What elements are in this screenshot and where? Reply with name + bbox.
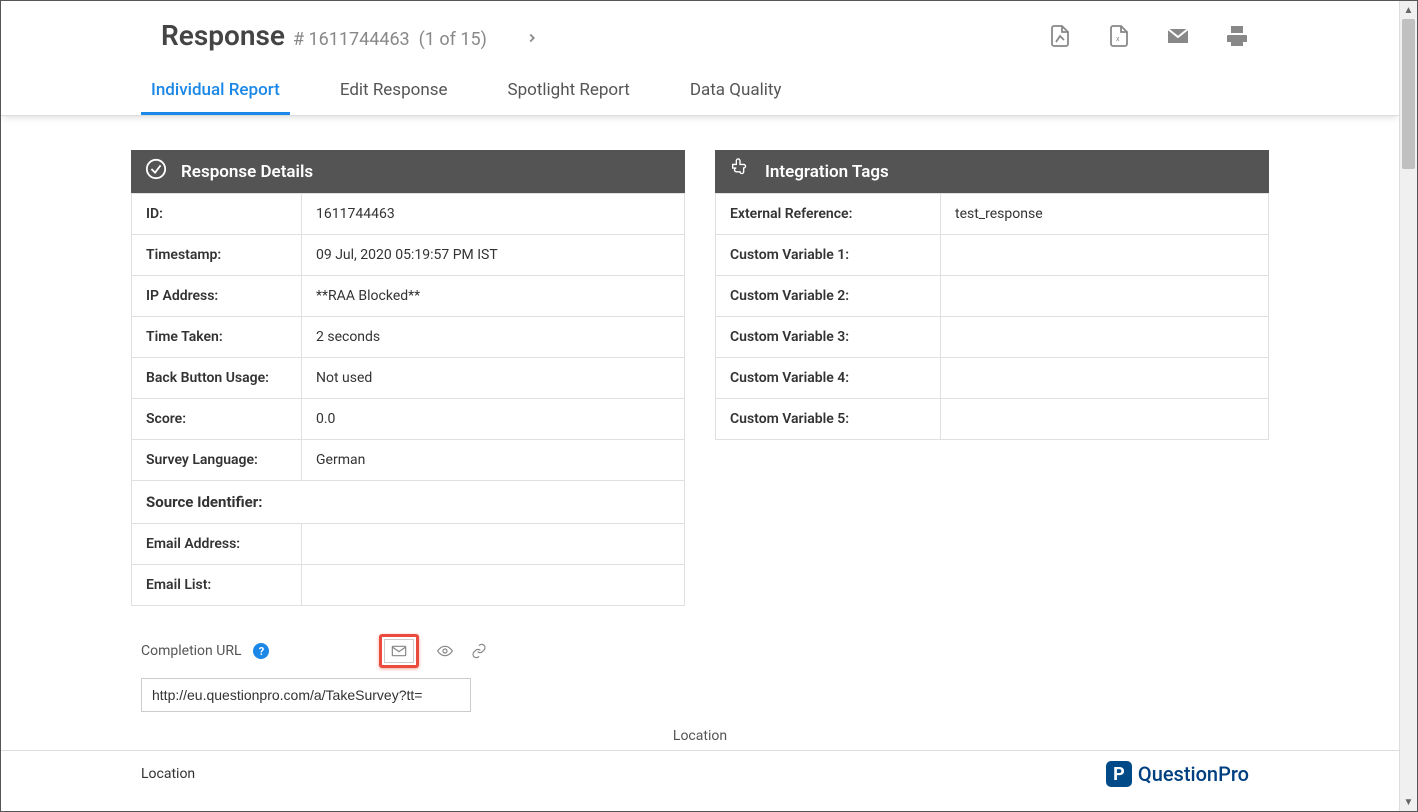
response-id: # 1611744463 (1 of 15) <box>293 29 487 50</box>
page-header: Response # 1611744463 (1 of 15) x <box>1 1 1399 66</box>
print-icon[interactable] <box>1225 24 1249 48</box>
response-details-header: Response Details <box>131 150 685 193</box>
table-row: Email List: <box>132 565 685 606</box>
table-row: Time Taken:2 seconds <box>132 317 685 358</box>
table-row: IP Address:**RAA Blocked** <box>132 276 685 317</box>
completion-url-section: Completion URL ? <box>1 606 1399 722</box>
completion-url-input[interactable] <box>141 678 471 712</box>
panel-title: Integration Tags <box>765 162 889 182</box>
tab-spotlight-report[interactable]: Spotlight Report <box>498 66 640 115</box>
tab-edit-response[interactable]: Edit Response <box>330 66 458 115</box>
completion-url-label: Completion URL <box>141 643 241 659</box>
table-row: Email Address: <box>132 524 685 565</box>
link-icon[interactable] <box>471 643 487 659</box>
panel-title: Response Details <box>181 162 313 182</box>
tab-data-quality[interactable]: Data Quality <box>680 66 792 115</box>
location-title: Location <box>1 722 1399 750</box>
mail-icon[interactable] <box>384 639 414 663</box>
table-row: Custom Variable 5: <box>716 399 1269 440</box>
header-actions: x <box>1048 24 1249 48</box>
email-icon[interactable] <box>1166 24 1190 48</box>
table-row: Custom Variable 4: <box>716 358 1269 399</box>
footer-bar: Location P QuestionPro <box>1 750 1399 797</box>
table-row: Custom Variable 3: <box>716 317 1269 358</box>
page-title: Response <box>161 19 285 52</box>
svg-text:x: x <box>1116 35 1120 43</box>
integration-tags-panel: Integration Tags External Reference:test… <box>715 150 1269 440</box>
integration-tags-header: Integration Tags <box>715 150 1269 193</box>
vertical-scrollbar[interactable]: ▲ ▼ <box>1399 1 1417 811</box>
header-left: Response # 1611744463 (1 of 15) <box>161 19 539 52</box>
table-row: External Reference:test_response <box>716 194 1269 235</box>
source-identifier-header: Source Identifier: <box>132 481 685 524</box>
scroll-down-icon[interactable]: ▼ <box>1400 793 1417 811</box>
table-row: Survey Language:German <box>132 440 685 481</box>
table-row: Custom Variable 2: <box>716 276 1269 317</box>
puzzle-icon <box>729 158 751 185</box>
table-row: ID:1611744463 <box>132 194 685 235</box>
table-row: Custom Variable 1: <box>716 235 1269 276</box>
export-pdf-icon[interactable] <box>1048 24 1072 48</box>
email-url-button-highlight <box>379 634 419 668</box>
table-row: Score:0.0 <box>132 399 685 440</box>
eye-icon[interactable] <box>437 643 453 659</box>
response-details-panel: Response Details ID:1611744463 Timestamp… <box>131 150 685 606</box>
help-icon[interactable]: ? <box>253 643 269 659</box>
brand-badge-icon: P <box>1106 761 1132 787</box>
location-label: Location <box>141 766 195 782</box>
table-row: Timestamp:09 Jul, 2020 05:19:57 PM IST <box>132 235 685 276</box>
tab-individual-report[interactable]: Individual Report <box>141 66 290 115</box>
next-response-icon[interactable] <box>525 31 539 49</box>
tab-bar: Individual Report Edit Response Spotligh… <box>1 66 1399 116</box>
export-excel-icon[interactable]: x <box>1107 24 1131 48</box>
scroll-thumb[interactable] <box>1402 19 1415 169</box>
brand-logo[interactable]: P QuestionPro <box>1106 761 1249 787</box>
scroll-up-icon[interactable]: ▲ <box>1400 1 1417 19</box>
main-content: Response Details ID:1611744463 Timestamp… <box>1 116 1399 606</box>
table-row: Back Button Usage:Not used <box>132 358 685 399</box>
check-circle-icon <box>145 158 167 185</box>
